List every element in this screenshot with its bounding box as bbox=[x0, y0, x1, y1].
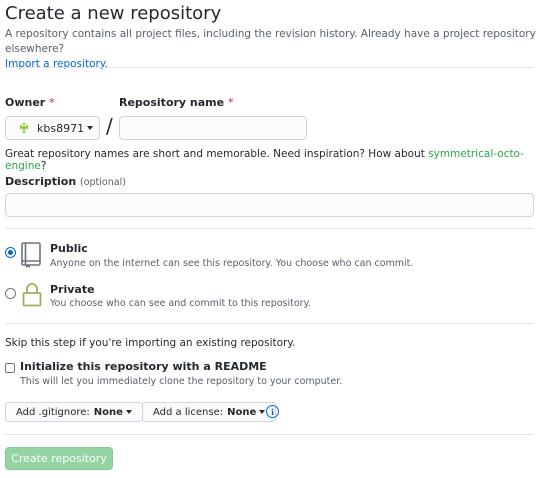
private-radio[interactable] bbox=[5, 288, 16, 299]
license-dropdown[interactable]: Add a license: None bbox=[142, 402, 277, 422]
owner-repo-separator: / bbox=[106, 114, 113, 138]
gitignore-value: None bbox=[93, 406, 123, 418]
gitignore-dropdown[interactable]: Add .gitignore: None bbox=[5, 402, 143, 422]
repo-name-label: Repository name * bbox=[119, 96, 233, 109]
description-input[interactable] bbox=[5, 193, 534, 217]
page-subtitle: A repository contains all project files,… bbox=[5, 27, 540, 72]
create-repository-button[interactable]: Create repository bbox=[5, 447, 113, 470]
readme-description: This will let you immediately clone the … bbox=[20, 376, 343, 387]
owner-avatar-icon bbox=[17, 121, 31, 135]
owner-label-text: Owner bbox=[5, 96, 46, 109]
public-description: Anyone on the internet can see this repo… bbox=[50, 258, 414, 269]
chevron-down-icon bbox=[259, 410, 266, 414]
info-icon[interactable]: i bbox=[266, 405, 279, 418]
owner-name: kbs8971 bbox=[37, 121, 85, 135]
license-value: None bbox=[227, 406, 257, 418]
import-repository-link[interactable]: Import a repository. bbox=[5, 58, 108, 70]
owner-label: Owner * bbox=[5, 96, 55, 109]
public-title: Public bbox=[50, 242, 88, 255]
readme-label[interactable]: Initialize this repository with a README bbox=[20, 360, 267, 373]
repo-name-required-mark: * bbox=[227, 96, 234, 109]
chevron-down-icon bbox=[87, 126, 94, 130]
subtitle-text: A repository contains all project files,… bbox=[5, 28, 536, 55]
page-title: Create a new repository bbox=[5, 3, 222, 24]
private-description: You choose who can see and commit to thi… bbox=[50, 298, 311, 309]
public-radio[interactable] bbox=[5, 247, 16, 258]
repository-name-input[interactable] bbox=[119, 116, 307, 140]
chevron-down-icon bbox=[125, 410, 132, 414]
owner-dropdown[interactable]: kbs8971 bbox=[5, 116, 100, 140]
hint-end: ? bbox=[40, 160, 47, 172]
divider bbox=[5, 67, 534, 68]
hint-text: Great repository names are short and mem… bbox=[5, 148, 429, 160]
readme-checkbox[interactable] bbox=[5, 363, 15, 373]
skip-step-note: Skip this step if you're importing an ex… bbox=[5, 337, 296, 349]
repo-name-hint: Great repository names are short and mem… bbox=[5, 148, 542, 172]
description-label: Description (optional) bbox=[5, 175, 126, 188]
repo-book-icon bbox=[21, 242, 41, 268]
repo-name-label-text: Repository name bbox=[119, 96, 225, 109]
divider bbox=[5, 434, 534, 435]
owner-required-mark: * bbox=[49, 96, 55, 109]
lock-icon bbox=[22, 283, 42, 307]
license-label: Add a license: bbox=[153, 406, 224, 418]
divider bbox=[5, 228, 534, 229]
optional-tag: (optional) bbox=[80, 177, 126, 188]
gitignore-label: Add .gitignore: bbox=[16, 406, 90, 418]
private-title: Private bbox=[50, 283, 95, 296]
description-label-text: Description bbox=[5, 175, 77, 188]
divider bbox=[5, 323, 534, 324]
